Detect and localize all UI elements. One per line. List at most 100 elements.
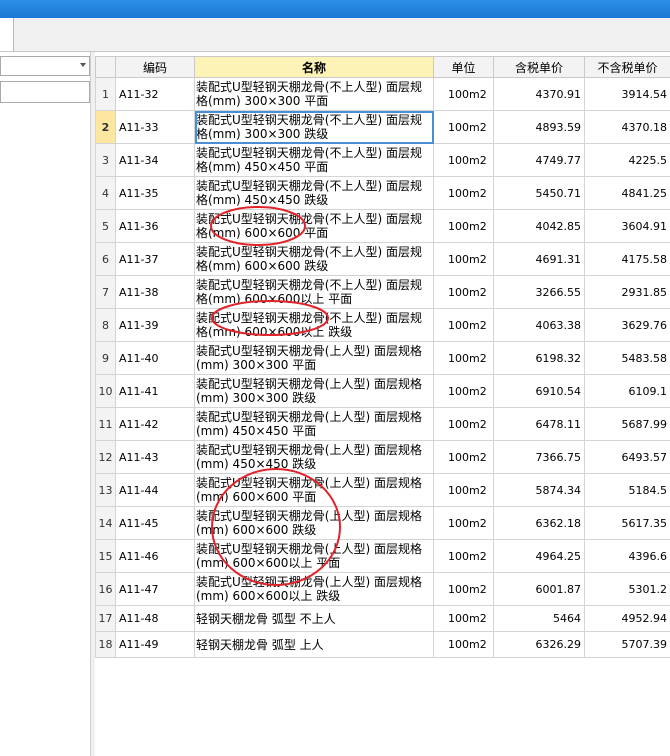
row-index[interactable]: 13 <box>95 473 116 507</box>
code-cell[interactable]: A11-49 <box>115 631 195 658</box>
name-cell[interactable]: 装配式U型轻钢天棚龙骨(上人型) 面层规格(mm) 450×450 跌级 <box>194 440 434 474</box>
row-index[interactable]: 10 <box>95 374 116 408</box>
code-cell[interactable]: A11-37 <box>115 242 195 276</box>
code-cell[interactable]: A11-33 <box>115 110 195 144</box>
row-index[interactable]: 4 <box>95 176 116 210</box>
name-cell[interactable]: 轻钢天棚龙骨 弧型 不上人 <box>194 605 434 632</box>
unit-cell[interactable]: 100m2 <box>433 407 494 441</box>
name-cell[interactable]: 装配式U型轻钢天棚龙骨(不上人型) 面层规格(mm) 300×300 平面 <box>194 77 434 111</box>
table-row[interactable]: 16 A11-47 装配式U型轻钢天棚龙骨(上人型) 面层规格(mm) 600×60… <box>95 572 670 606</box>
notax-price-cell[interactable]: 4175.58 <box>584 242 670 276</box>
table-row[interactable]: 4 A11-35 装配式U型轻钢天棚龙骨(不上人型) 面层规格(mm) 450×45… <box>95 176 670 210</box>
row-index[interactable]: 5 <box>95 209 116 243</box>
row-index[interactable]: 14 <box>95 506 116 540</box>
unit-cell[interactable]: 100m2 <box>433 440 494 474</box>
col-header-index[interactable] <box>95 56 116 78</box>
row-index[interactable]: 15 <box>95 539 116 573</box>
notax-price-cell[interactable]: 5184.5 <box>584 473 670 507</box>
notax-price-cell[interactable]: 5301.2 <box>584 572 670 606</box>
table-row[interactable]: 5 A11-36 装配式U型轻钢天棚龙骨(不上人型) 面层规格(mm) 600×60… <box>95 209 670 243</box>
code-cell[interactable]: A11-38 <box>115 275 195 309</box>
col-header-code[interactable]: 编码 <box>115 56 195 78</box>
row-index[interactable]: 17 <box>95 605 116 632</box>
tax-price-cell[interactable]: 5464 <box>493 605 585 632</box>
toolbar-tab[interactable] <box>0 18 14 51</box>
code-cell[interactable]: A11-48 <box>115 605 195 632</box>
name-cell[interactable]: 装配式U型轻钢天棚龙骨(不上人型) 面层规格(mm) 600×600 跌级 <box>194 242 434 276</box>
row-index[interactable]: 2 <box>95 110 116 144</box>
name-cell[interactable]: 轻钢天棚龙骨 弧型 上人 <box>194 631 434 658</box>
row-index[interactable]: 3 <box>95 143 116 177</box>
tax-price-cell[interactable]: 4063.38 <box>493 308 585 342</box>
row-index[interactable]: 9 <box>95 341 116 375</box>
tax-price-cell[interactable]: 6001.87 <box>493 572 585 606</box>
unit-cell[interactable]: 100m2 <box>433 374 494 408</box>
code-cell[interactable]: A11-35 <box>115 176 195 210</box>
tax-price-cell[interactable]: 4042.85 <box>493 209 585 243</box>
row-index[interactable]: 1 <box>95 77 116 111</box>
name-cell[interactable]: 装配式U型轻钢天棚龙骨(不上人型) 面层规格(mm) 600×600以上 跌级 <box>194 308 434 342</box>
name-cell[interactable]: 装配式U型轻钢天棚龙骨(上人型) 面层规格(mm) 450×450 平面 <box>194 407 434 441</box>
notax-price-cell[interactable]: 6493.57 <box>584 440 670 474</box>
unit-cell[interactable]: 100m2 <box>433 77 494 111</box>
notax-price-cell[interactable]: 4841.25 <box>584 176 670 210</box>
table-row[interactable]: 10 A11-41 装配式U型轻钢天棚龙骨(上人型) 面层规格(mm) 300×30… <box>95 374 670 408</box>
unit-cell[interactable]: 100m2 <box>433 506 494 540</box>
tax-price-cell[interactable]: 4964.25 <box>493 539 585 573</box>
tax-price-cell[interactable]: 7366.75 <box>493 440 585 474</box>
code-cell[interactable]: A11-45 <box>115 506 195 540</box>
table-row[interactable]: 7 A11-38 装配式U型轻钢天棚龙骨(不上人型) 面层规格(mm) 600×60… <box>95 275 670 309</box>
table-row[interactable]: 15 A11-46 装配式U型轻钢天棚龙骨(上人型) 面层规格(mm) 600×60… <box>95 539 670 573</box>
tax-price-cell[interactable]: 4893.59 <box>493 110 585 144</box>
tax-price-cell[interactable]: 6326.29 <box>493 631 585 658</box>
row-index[interactable]: 18 <box>95 631 116 658</box>
notax-price-cell[interactable]: 4225.5 <box>584 143 670 177</box>
notax-price-cell[interactable]: 5707.39 <box>584 631 670 658</box>
col-header-tax-price[interactable]: 含税单价 <box>493 56 585 78</box>
notax-price-cell[interactable]: 6109.1 <box>584 374 670 408</box>
row-index[interactable]: 16 <box>95 572 116 606</box>
table-row[interactable]: 14 A11-45 装配式U型轻钢天棚龙骨(上人型) 面层规格(mm) 600×60… <box>95 506 670 540</box>
tax-price-cell[interactable]: 4691.31 <box>493 242 585 276</box>
unit-cell[interactable]: 100m2 <box>433 341 494 375</box>
table-row[interactable]: 13 A11-44 装配式U型轻钢天棚龙骨(上人型) 面层规格(mm) 600×60… <box>95 473 670 507</box>
table-row[interactable]: 2 A11-33 装配式U型轻钢天棚龙骨(不上人型) 面层规格(mm) 300×30… <box>95 110 670 144</box>
row-index[interactable]: 11 <box>95 407 116 441</box>
table-row[interactable]: 9 A11-40 装配式U型轻钢天棚龙骨(上人型) 面层规格(mm) 300×300… <box>95 341 670 375</box>
notax-price-cell[interactable]: 3629.76 <box>584 308 670 342</box>
code-cell[interactable]: A11-47 <box>115 572 195 606</box>
notax-price-cell[interactable]: 2931.85 <box>584 275 670 309</box>
tax-price-cell[interactable]: 3266.55 <box>493 275 585 309</box>
unit-cell[interactable]: 100m2 <box>433 605 494 632</box>
col-header-unit[interactable]: 单位 <box>433 56 494 78</box>
code-cell[interactable]: A11-39 <box>115 308 195 342</box>
unit-cell[interactable]: 100m2 <box>433 242 494 276</box>
tax-price-cell[interactable]: 6478.11 <box>493 407 585 441</box>
name-cell[interactable]: 装配式U型轻钢天棚龙骨(上人型) 面层规格(mm) 300×300 跌级 <box>194 374 434 408</box>
tax-price-cell[interactable]: 6362.18 <box>493 506 585 540</box>
code-cell[interactable]: A11-36 <box>115 209 195 243</box>
name-cell[interactable]: 装配式U型轻钢天棚龙骨(不上人型) 面层规格(mm) 450×450 平面 <box>194 143 434 177</box>
table-row[interactable]: 8 A11-39 装配式U型轻钢天棚龙骨(不上人型) 面层规格(mm) 600×60… <box>95 308 670 342</box>
table-row[interactable]: 11 A11-42 装配式U型轻钢天棚龙骨(上人型) 面层规格(mm) 450×45… <box>95 407 670 441</box>
table-row[interactable]: 1 A11-32 装配式U型轻钢天棚龙骨(不上人型) 面层规格(mm) 300×30… <box>95 77 670 111</box>
unit-cell[interactable]: 100m2 <box>433 572 494 606</box>
table-row[interactable]: 12 A11-43 装配式U型轻钢天棚龙骨(上人型) 面层规格(mm) 450×45… <box>95 440 670 474</box>
unit-cell[interactable]: 100m2 <box>433 176 494 210</box>
code-cell[interactable]: A11-34 <box>115 143 195 177</box>
code-cell[interactable]: A11-43 <box>115 440 195 474</box>
tax-price-cell[interactable]: 6198.32 <box>493 341 585 375</box>
unit-cell[interactable]: 100m2 <box>433 473 494 507</box>
name-cell[interactable]: 装配式U型轻钢天棚龙骨(上人型) 面层规格(mm) 300×300 平面 <box>194 341 434 375</box>
table-row[interactable]: 17 A11-48 轻钢天棚龙骨 弧型 不上人 100m2 5464 4952.94 <box>95 605 670 632</box>
unit-cell[interactable]: 100m2 <box>433 110 494 144</box>
code-cell[interactable]: A11-32 <box>115 77 195 111</box>
tax-price-cell[interactable]: 6910.54 <box>493 374 585 408</box>
unit-cell[interactable]: 100m2 <box>433 143 494 177</box>
col-header-name[interactable]: 名称 <box>194 56 434 78</box>
search-input[interactable] <box>0 81 90 103</box>
name-cell[interactable]: 装配式U型轻钢天棚龙骨(上人型) 面层规格(mm) 600×600 跌级 <box>194 506 434 540</box>
table-row[interactable]: 6 A11-37 装配式U型轻钢天棚龙骨(不上人型) 面层规格(mm) 600×60… <box>95 242 670 276</box>
name-cell[interactable]: 装配式U型轻钢天棚龙骨(不上人型) 面层规格(mm) 600×600以上 平面 <box>194 275 434 309</box>
col-header-notax-price[interactable]: 不含税单价 <box>584 56 670 78</box>
